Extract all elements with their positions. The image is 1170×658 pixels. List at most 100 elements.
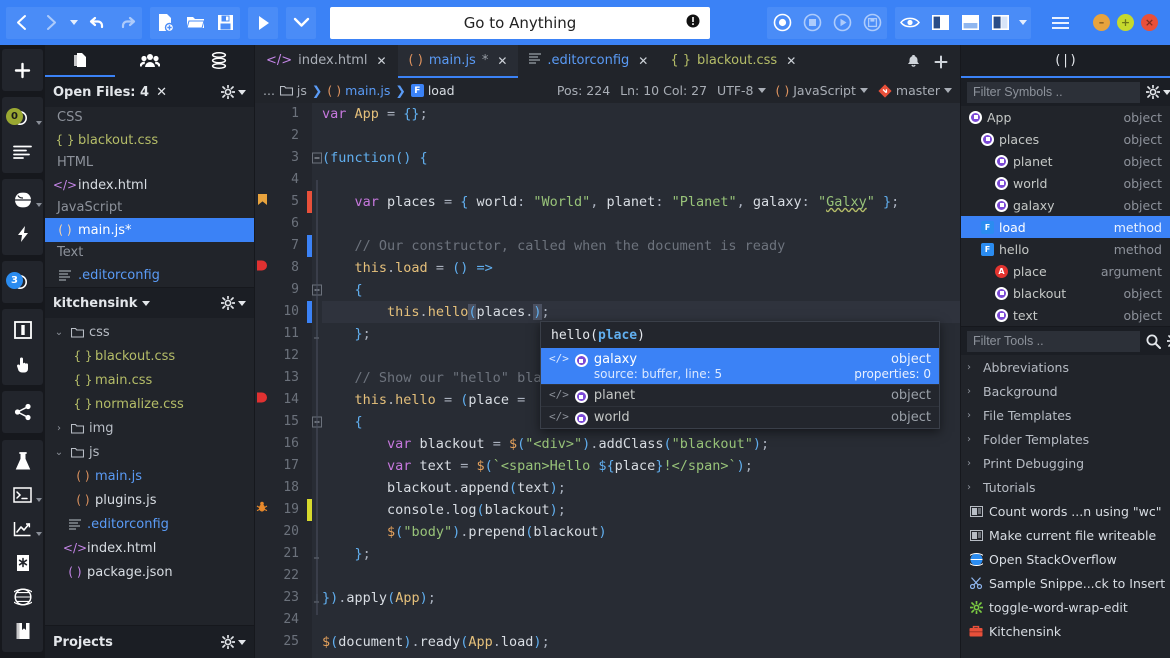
hamburger-menu-icon[interactable]: [1045, 7, 1075, 39]
autocomplete-popup[interactable]: hello(place) </> galaxy object source: b…: [540, 321, 940, 429]
code-line[interactable]: [322, 213, 960, 235]
tool-row[interactable]: ›File Templates: [961, 403, 1170, 427]
breakpoint-icon[interactable]: [255, 389, 269, 411]
tool-row[interactable]: Sample Snippe...ck to Insert: [961, 571, 1170, 595]
close-all-files-icon[interactable]: ✕: [156, 85, 167, 100]
breadcrumb-item-js[interactable]: js: [280, 83, 307, 98]
back-icon[interactable]: [6, 7, 36, 39]
add-icon[interactable]: [2, 53, 43, 87]
marker-slot[interactable]: [255, 433, 269, 455]
marker-slot[interactable]: [255, 565, 269, 587]
tool-row[interactable]: ›Abbreviations: [961, 355, 1170, 379]
close-icon[interactable]: ✕: [497, 54, 507, 68]
marker-slot[interactable]: [255, 477, 269, 499]
tree-folder-js[interactable]: ⌄ js: [45, 440, 254, 464]
new-file-icon[interactable]: [150, 7, 180, 39]
tree-file-blackout-css[interactable]: { } blackout.css: [45, 344, 254, 368]
new-tab-plus-icon[interactable]: [928, 45, 954, 78]
tree-folder-img[interactable]: › img: [45, 416, 254, 440]
marker-slot[interactable]: [255, 323, 269, 345]
layout-right-split-icon[interactable]: [985, 7, 1015, 39]
marker-slot[interactable]: [255, 345, 269, 367]
bookmark-book-icon[interactable]: [2, 614, 43, 648]
editor-tab-blackout-css[interactable]: { } blackout.css ✕: [659, 45, 807, 78]
editor-tab-editorconfig[interactable]: .editorconfig ✕: [518, 45, 659, 78]
marker-slot[interactable]: [255, 367, 269, 389]
tool-row[interactable]: toggle-word-wrap-edit: [961, 595, 1170, 619]
hand-pointer-icon[interactable]: [2, 347, 43, 381]
changes-caret-icon[interactable]: [36, 121, 42, 125]
code-editor[interactable]: 1234567891011121314151617181920212223242…: [255, 103, 960, 658]
globe-browser-icon[interactable]: [2, 580, 43, 614]
tree-file-editorconfig[interactable]: .editorconfig: [45, 512, 254, 536]
tab-collaboration[interactable]: [115, 45, 185, 77]
save-icon[interactable]: [210, 7, 240, 39]
tree-file-normalize-css[interactable]: { } normalize.css: [45, 392, 254, 416]
marker-gutter[interactable]: [255, 103, 269, 658]
symbol-row-blackout[interactable]: blackoutobject: [961, 282, 1170, 304]
debug-bug-icon[interactable]: [255, 499, 269, 521]
open-file-index-html[interactable]: </> index.html: [45, 173, 254, 197]
marker-slot[interactable]: [255, 455, 269, 477]
tool-row[interactable]: Open StackOverflow: [961, 547, 1170, 571]
breakpoint-icon[interactable]: [255, 257, 269, 279]
tool-row[interactable]: Make current file writeable: [961, 523, 1170, 547]
marker-slot[interactable]: [255, 609, 269, 631]
code-line[interactable]: console.log(blackout);: [322, 499, 960, 521]
diff-icon[interactable]: 3: [2, 265, 43, 299]
symbol-row-galaxy[interactable]: galaxyobject: [961, 194, 1170, 216]
open-folder-icon[interactable]: [180, 7, 210, 39]
chevron-down-icon[interactable]: [286, 7, 316, 39]
tool-row[interactable]: Count words ...n using "wc": [961, 499, 1170, 523]
macro-record-icon[interactable]: [767, 7, 797, 39]
tree-file-package-json[interactable]: ( ) package.json: [45, 560, 254, 584]
breadcrumb-item-main-js[interactable]: ( ) main.js: [327, 83, 390, 98]
code-line[interactable]: [322, 565, 960, 587]
code-line[interactable]: $(document).ready(App.load);: [322, 631, 960, 653]
bookmark-icon[interactable]: [255, 191, 269, 213]
marker-slot[interactable]: [255, 235, 269, 257]
macro-save-icon[interactable]: [857, 7, 887, 39]
marker-slot[interactable]: [255, 279, 269, 301]
lightning-icon[interactable]: [2, 217, 43, 251]
filter-tools-input[interactable]: [967, 331, 1140, 352]
code-line[interactable]: {: [322, 279, 960, 301]
project-settings-icon[interactable]: [221, 296, 246, 310]
marker-slot[interactable]: [255, 543, 269, 565]
marker-slot[interactable]: [255, 103, 269, 125]
close-icon[interactable]: ✕: [638, 54, 648, 68]
autocomplete-item-planet[interactable]: </> planet object: [541, 384, 939, 406]
marker-slot[interactable]: [255, 587, 269, 609]
symbol-row-hello[interactable]: Fhellomethod: [961, 238, 1170, 260]
autocomplete-item-world[interactable]: </> world object: [541, 406, 939, 428]
notification-bell-icon[interactable]: [900, 45, 926, 78]
breadcrumb-item-load[interactable]: F load: [411, 83, 455, 98]
code-line[interactable]: var text = $(`<span>Hello ${place}!</spa…: [322, 455, 960, 477]
layout-dropdown-caret-icon[interactable]: [1015, 7, 1031, 39]
tab-files[interactable]: [45, 45, 115, 77]
marker-slot[interactable]: [255, 125, 269, 147]
globe-caret-icon[interactable]: [36, 203, 42, 207]
terminal-caret-icon[interactable]: [36, 498, 42, 502]
editor-tab-index-html[interactable]: </> index.html ✕: [255, 45, 398, 78]
open-file-editorconfig[interactable]: .editorconfig: [45, 263, 254, 287]
macro-stop-icon[interactable]: [797, 7, 827, 39]
symbol-row-App[interactable]: Appobject: [961, 106, 1170, 128]
symbol-row-world[interactable]: worldobject: [961, 172, 1170, 194]
marker-slot[interactable]: [255, 411, 269, 433]
run-icon[interactable]: [248, 7, 278, 39]
tree-file-plugins-js[interactable]: ( ) plugins.js: [45, 488, 254, 512]
tool-row[interactable]: ›Print Debugging: [961, 451, 1170, 475]
code-line[interactable]: var App = {};: [322, 103, 960, 125]
filter-symbols-input[interactable]: [967, 82, 1140, 103]
chart-icon[interactable]: [2, 512, 43, 546]
open-file-main-js[interactable]: ( ) main.js*: [45, 218, 254, 242]
tab-symbols[interactable]: (|): [961, 45, 1170, 78]
close-button[interactable]: ×: [1141, 14, 1158, 31]
chart-caret-icon[interactable]: [36, 532, 42, 536]
tab-database[interactable]: [184, 45, 254, 77]
marker-slot[interactable]: [255, 213, 269, 235]
marker-slot[interactable]: [255, 521, 269, 543]
layout-left-split-icon[interactable]: [925, 7, 955, 39]
search-icon[interactable]: [1146, 334, 1161, 349]
